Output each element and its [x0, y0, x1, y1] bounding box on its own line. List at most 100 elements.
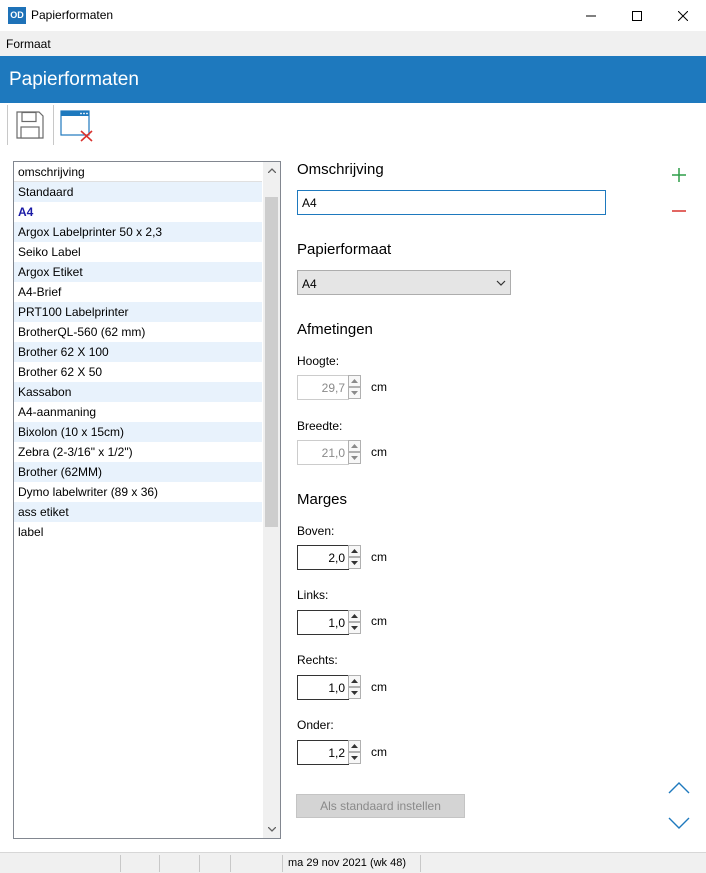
arrow-up-icon	[351, 444, 358, 448]
width-stepper[interactable]: 21,0	[297, 440, 363, 465]
close-window-button[interactable]	[59, 107, 95, 143]
increment-button[interactable]	[348, 740, 361, 752]
maximize-icon	[632, 10, 642, 21]
unit-label: cm	[371, 445, 387, 459]
right-margin-stepper[interactable]: 1,0	[297, 675, 363, 700]
minus-icon	[672, 210, 686, 212]
top-margin-stepper[interactable]: 2,0	[297, 545, 363, 570]
list-item[interactable]: Dymo labelwriter (89 x 36)	[14, 482, 262, 502]
width-value[interactable]: 21,0	[297, 440, 349, 465]
list-item[interactable]: Argox Etiket	[14, 262, 262, 282]
close-button[interactable]	[660, 0, 706, 31]
list-item[interactable]: A4-aanmaning	[14, 402, 262, 422]
arrow-up-icon	[351, 679, 358, 683]
plus-icon	[672, 168, 686, 182]
set-default-button[interactable]: Als standaard instellen	[296, 794, 465, 818]
list-item[interactable]: Standaard	[14, 182, 262, 202]
description-section-title: Omschrijving	[297, 161, 384, 178]
list-item[interactable]: Kassabon	[14, 382, 262, 402]
list-item[interactable]: Bixolon (10 x 15cm)	[14, 422, 262, 442]
list-item[interactable]: label	[14, 522, 262, 542]
unit-label: cm	[371, 550, 387, 564]
increment-button[interactable]	[348, 375, 361, 387]
toolbar-separator	[53, 105, 54, 145]
paper-format-section-title: Papierformaat	[297, 241, 392, 258]
minimize-icon	[586, 15, 596, 16]
header-bar: Papierformaten	[0, 56, 706, 103]
left-margin-label: Links:	[297, 588, 329, 602]
right-margin-value[interactable]: 1,0	[297, 675, 349, 700]
chevron-up-icon	[267, 168, 276, 173]
toolbar-separator	[7, 105, 8, 145]
height-stepper[interactable]: 29,7	[297, 375, 363, 400]
increment-button[interactable]	[348, 440, 361, 452]
decrement-button[interactable]	[348, 687, 361, 699]
dimensions-section-title: Afmetingen	[297, 321, 373, 338]
unit-label: cm	[371, 614, 387, 628]
paper-format-value: A4	[302, 277, 317, 291]
remove-button[interactable]	[668, 200, 690, 222]
list-item[interactable]: Brother 62 X 100	[14, 342, 262, 362]
status-separator	[159, 855, 160, 872]
height-value[interactable]: 29,7	[297, 375, 349, 400]
top-margin-label: Boven:	[297, 524, 335, 538]
bottom-margin-stepper[interactable]: 1,2	[297, 740, 363, 765]
maximize-button[interactable]	[614, 0, 660, 31]
page-title: Papierformaten	[9, 69, 139, 90]
list-item[interactable]: BrotherQL-560 (62 mm)	[14, 322, 262, 342]
list-item[interactable]: Zebra (2-3/16" x 1/2")	[14, 442, 262, 462]
status-separator	[420, 855, 421, 872]
paper-format-select[interactable]: A4	[297, 270, 511, 295]
arrow-up-icon	[351, 744, 358, 748]
scroll-down-button[interactable]	[263, 821, 280, 838]
top-margin-value[interactable]: 2,0	[297, 545, 349, 570]
chevron-up-icon	[668, 782, 690, 794]
list-item[interactable]: PRT100 Labelprinter	[14, 302, 262, 322]
list-item[interactable]: Argox Labelprinter 50 x 2,3	[14, 222, 262, 242]
arrow-down-icon	[351, 456, 358, 460]
list-item[interactable]: A4	[14, 202, 262, 222]
move-up-button[interactable]	[668, 777, 690, 799]
bottom-margin-value[interactable]: 1,2	[297, 740, 349, 765]
decrement-button[interactable]	[348, 452, 361, 464]
right-margin-label: Rechts:	[297, 653, 338, 667]
list-item[interactable]: Brother (62MM)	[14, 462, 262, 482]
list-item[interactable]: Brother 62 X 50	[14, 362, 262, 382]
menu-bar: Formaat	[0, 31, 706, 56]
toolbar	[0, 103, 706, 147]
bottom-margin-label: Onder:	[297, 718, 334, 732]
minimize-button[interactable]	[568, 0, 614, 31]
arrow-up-icon	[351, 614, 358, 618]
app-icon: OD	[8, 7, 26, 24]
window-title: Papierformaten	[31, 8, 114, 22]
list-item[interactable]: ass etiket	[14, 502, 262, 522]
decrement-button[interactable]	[348, 387, 361, 399]
add-button[interactable]	[668, 164, 690, 186]
increment-button[interactable]	[348, 610, 361, 622]
chevron-down-icon	[668, 817, 690, 829]
save-button[interactable]	[12, 107, 48, 143]
title-bar: OD Papierformaten	[0, 0, 706, 31]
increment-button[interactable]	[348, 545, 361, 557]
status-bar: ma 29 nov 2021 (wk 48)	[0, 852, 706, 873]
decrement-button[interactable]	[348, 557, 361, 569]
decrement-button[interactable]	[348, 752, 361, 764]
unit-label: cm	[371, 680, 387, 694]
list-item[interactable]: Seiko Label	[14, 242, 262, 262]
decrement-button[interactable]	[348, 622, 361, 634]
close-icon	[678, 10, 688, 21]
scroll-thumb[interactable]	[265, 197, 278, 527]
list-item[interactable]: A4-Brief	[14, 282, 262, 302]
left-margin-value[interactable]: 1,0	[297, 610, 349, 635]
increment-button[interactable]	[348, 675, 361, 687]
scroll-up-button[interactable]	[263, 162, 280, 179]
left-margin-stepper[interactable]: 1,0	[297, 610, 363, 635]
paper-format-list[interactable]: omschrijving Standaard A4 Argox Labelprint…	[13, 161, 281, 839]
unit-label: cm	[371, 745, 387, 759]
move-down-button[interactable]	[668, 812, 690, 834]
menu-item-formaat[interactable]: Formaat	[6, 37, 51, 51]
close-window-icon	[60, 110, 93, 142]
arrow-down-icon	[351, 691, 358, 695]
vertical-scrollbar[interactable]	[263, 162, 280, 838]
description-input[interactable]: A4	[297, 190, 606, 215]
